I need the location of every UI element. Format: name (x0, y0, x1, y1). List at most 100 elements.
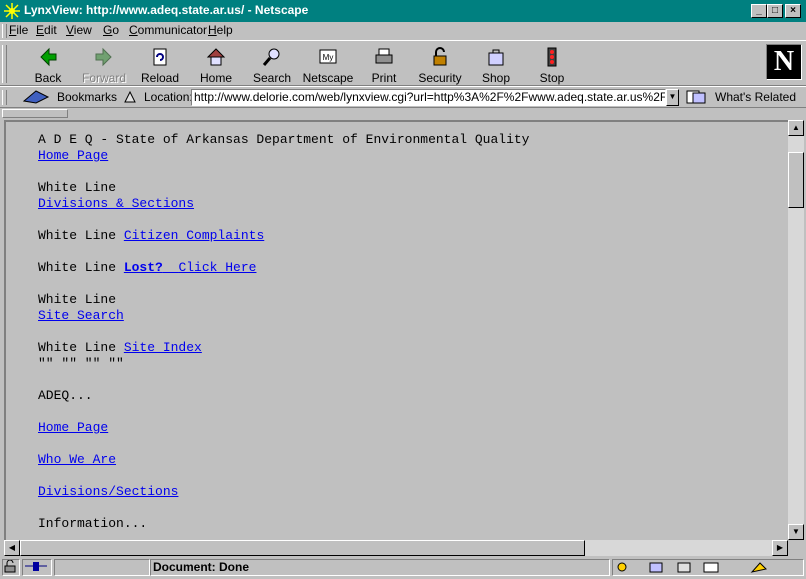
window-titlebar[interactable]: LynxView: http://www.adeq.state.ar.us/ -… (0, 0, 806, 22)
back-arrow-icon (40, 47, 57, 67)
page-heading: A D E Q - State of Arkansas Department o… (38, 132, 530, 147)
bookmarks-icon[interactable] (22, 89, 52, 105)
white-line-text: White Line (38, 292, 117, 307)
menubar-grip[interactable] (2, 24, 7, 38)
menu-help[interactable]: Help (208, 23, 233, 37)
stop-label: Stop (539, 71, 565, 85)
window-title: LynxView: http://www.adeq.state.ar.us/ -… (24, 3, 309, 17)
maximize-button[interactable]: □ (767, 4, 783, 18)
toolbar-grip[interactable] (2, 45, 7, 83)
site-search-link[interactable]: Site Search (38, 308, 124, 323)
close-button[interactable]: × (785, 4, 801, 18)
divisions-slash-sections-link[interactable]: Divisions/Sections (38, 484, 178, 499)
netscape-app-icon (4, 3, 20, 19)
site-index-link[interactable]: Site Index (124, 340, 202, 355)
security-status-box[interactable] (2, 559, 20, 576)
home-label: Home (199, 71, 232, 85)
menu-file[interactable]: File (9, 23, 28, 37)
horizontal-scrollbar[interactable]: ◀ ▶ (4, 540, 788, 556)
menu-edit[interactable]: Edit (36, 23, 57, 37)
home-icon (206, 48, 226, 66)
whats-related-icon[interactable] (685, 89, 711, 105)
home-page-link-2[interactable]: Home Page (38, 420, 108, 435)
information-text: Information... (38, 516, 148, 531)
back-button[interactable]: Back (21, 44, 75, 85)
lynx-page: A D E Q - State of Arkansas Department o… (38, 132, 529, 532)
who-we-are-link[interactable]: Who We Are (38, 452, 116, 467)
search-label: Search (252, 71, 292, 85)
security-label: Security (418, 71, 462, 85)
print-button[interactable]: Print (357, 44, 411, 85)
page-proxy-icon[interactable] (122, 89, 138, 105)
whats-related-label[interactable]: What's Related (715, 90, 796, 104)
scrollbar-corner (788, 540, 804, 556)
white-line-text: White Line (38, 260, 117, 275)
reload-button[interactable]: Reload (133, 44, 187, 85)
netscape-label: Netscape (302, 71, 354, 85)
my-netscape-icon: My (319, 49, 337, 64)
divisions-sections-link[interactable]: Divisions & Sections (38, 196, 194, 211)
stop-button[interactable]: Stop (525, 44, 579, 85)
citizen-complaints-link[interactable]: Citizen Complaints (124, 228, 264, 243)
forward-button[interactable]: Forward (77, 44, 131, 85)
home-page-link[interactable]: Home Page (38, 148, 108, 163)
progress-connection-box (22, 559, 52, 576)
connection-icon (25, 562, 47, 571)
vertical-scroll-thumb[interactable] (788, 152, 804, 208)
composer-component-icon[interactable] (703, 562, 719, 573)
padlock-icon (433, 47, 447, 66)
white-line-text: White Line (38, 180, 117, 195)
status-bar: Document: Done (0, 557, 806, 579)
netscape-logo[interactable]: N (766, 44, 802, 80)
home-button[interactable]: Home (189, 44, 243, 85)
horizontal-scroll-thumb[interactable] (20, 540, 585, 556)
stop-icon (547, 47, 557, 67)
scroll-down-button[interactable]: ▼ (788, 524, 804, 540)
location-toolbar: Bookmarks Location: http://www.delorie.c… (0, 86, 806, 108)
page-content: A D E Q - State of Arkansas Department o… (4, 120, 788, 540)
svg-text:My: My (323, 53, 334, 62)
navigation-toolbar: Back Forward Reload Home Search My Netsc… (0, 40, 806, 86)
bookmarks-label[interactable]: Bookmarks (57, 90, 117, 104)
url-input[interactable]: http://www.delorie.com/web/lynxview.cgi?… (191, 89, 666, 106)
menu-communicator[interactable]: Communicator (129, 23, 207, 37)
menu-view[interactable]: View (66, 23, 92, 37)
component-icons (612, 560, 802, 578)
shopping-bag-icon (488, 49, 504, 66)
personal-toolbar-tab[interactable] (2, 109, 68, 118)
progress-bar-box (54, 559, 150, 576)
scroll-left-button[interactable]: ◀ (4, 540, 20, 556)
lost-click-here-link[interactable]: Lost? Click Here (124, 260, 257, 275)
menu-go[interactable]: Go (103, 23, 119, 37)
shop-button[interactable]: Shop (469, 44, 523, 85)
scroll-up-button[interactable]: ▲ (788, 120, 804, 136)
messenger-component-icon[interactable] (750, 562, 768, 573)
quote-marks-text: "" "" "" "" (38, 356, 124, 371)
minimize-button[interactable]: _ (751, 4, 767, 18)
url-dropdown-button[interactable]: ▼ (666, 89, 679, 106)
status-text: Document: Done (153, 560, 249, 574)
search-icon (262, 48, 280, 66)
scroll-right-button[interactable]: ▶ (772, 540, 788, 556)
security-button[interactable]: Security (413, 44, 467, 85)
white-line-text: White Line (38, 228, 117, 243)
menu-bar: File Edit View Go Communicator Help (0, 22, 806, 40)
discussions-component-icon[interactable] (677, 562, 691, 573)
search-button[interactable]: Search (245, 44, 299, 85)
white-line-text: White Line (38, 340, 117, 355)
back-label: Back (34, 71, 62, 85)
reload-icon (153, 48, 167, 66)
location-label: Location: (144, 90, 193, 104)
personal-toolbar-collapsed (0, 108, 806, 120)
navigator-component-icon[interactable] (617, 562, 627, 572)
forward-label: Forward (81, 71, 126, 85)
reload-label: Reload (140, 71, 180, 85)
printer-icon (375, 48, 393, 64)
adeq-section-text: ADEQ... (38, 388, 93, 403)
netscape-button[interactable]: My Netscape (301, 44, 355, 85)
mailbox-component-icon[interactable] (649, 562, 663, 573)
vertical-scrollbar[interactable]: ▲ ▼ (788, 120, 804, 540)
security-lock-icon (4, 559, 16, 573)
print-label: Print (371, 71, 397, 85)
locbar-grip[interactable] (2, 90, 7, 105)
